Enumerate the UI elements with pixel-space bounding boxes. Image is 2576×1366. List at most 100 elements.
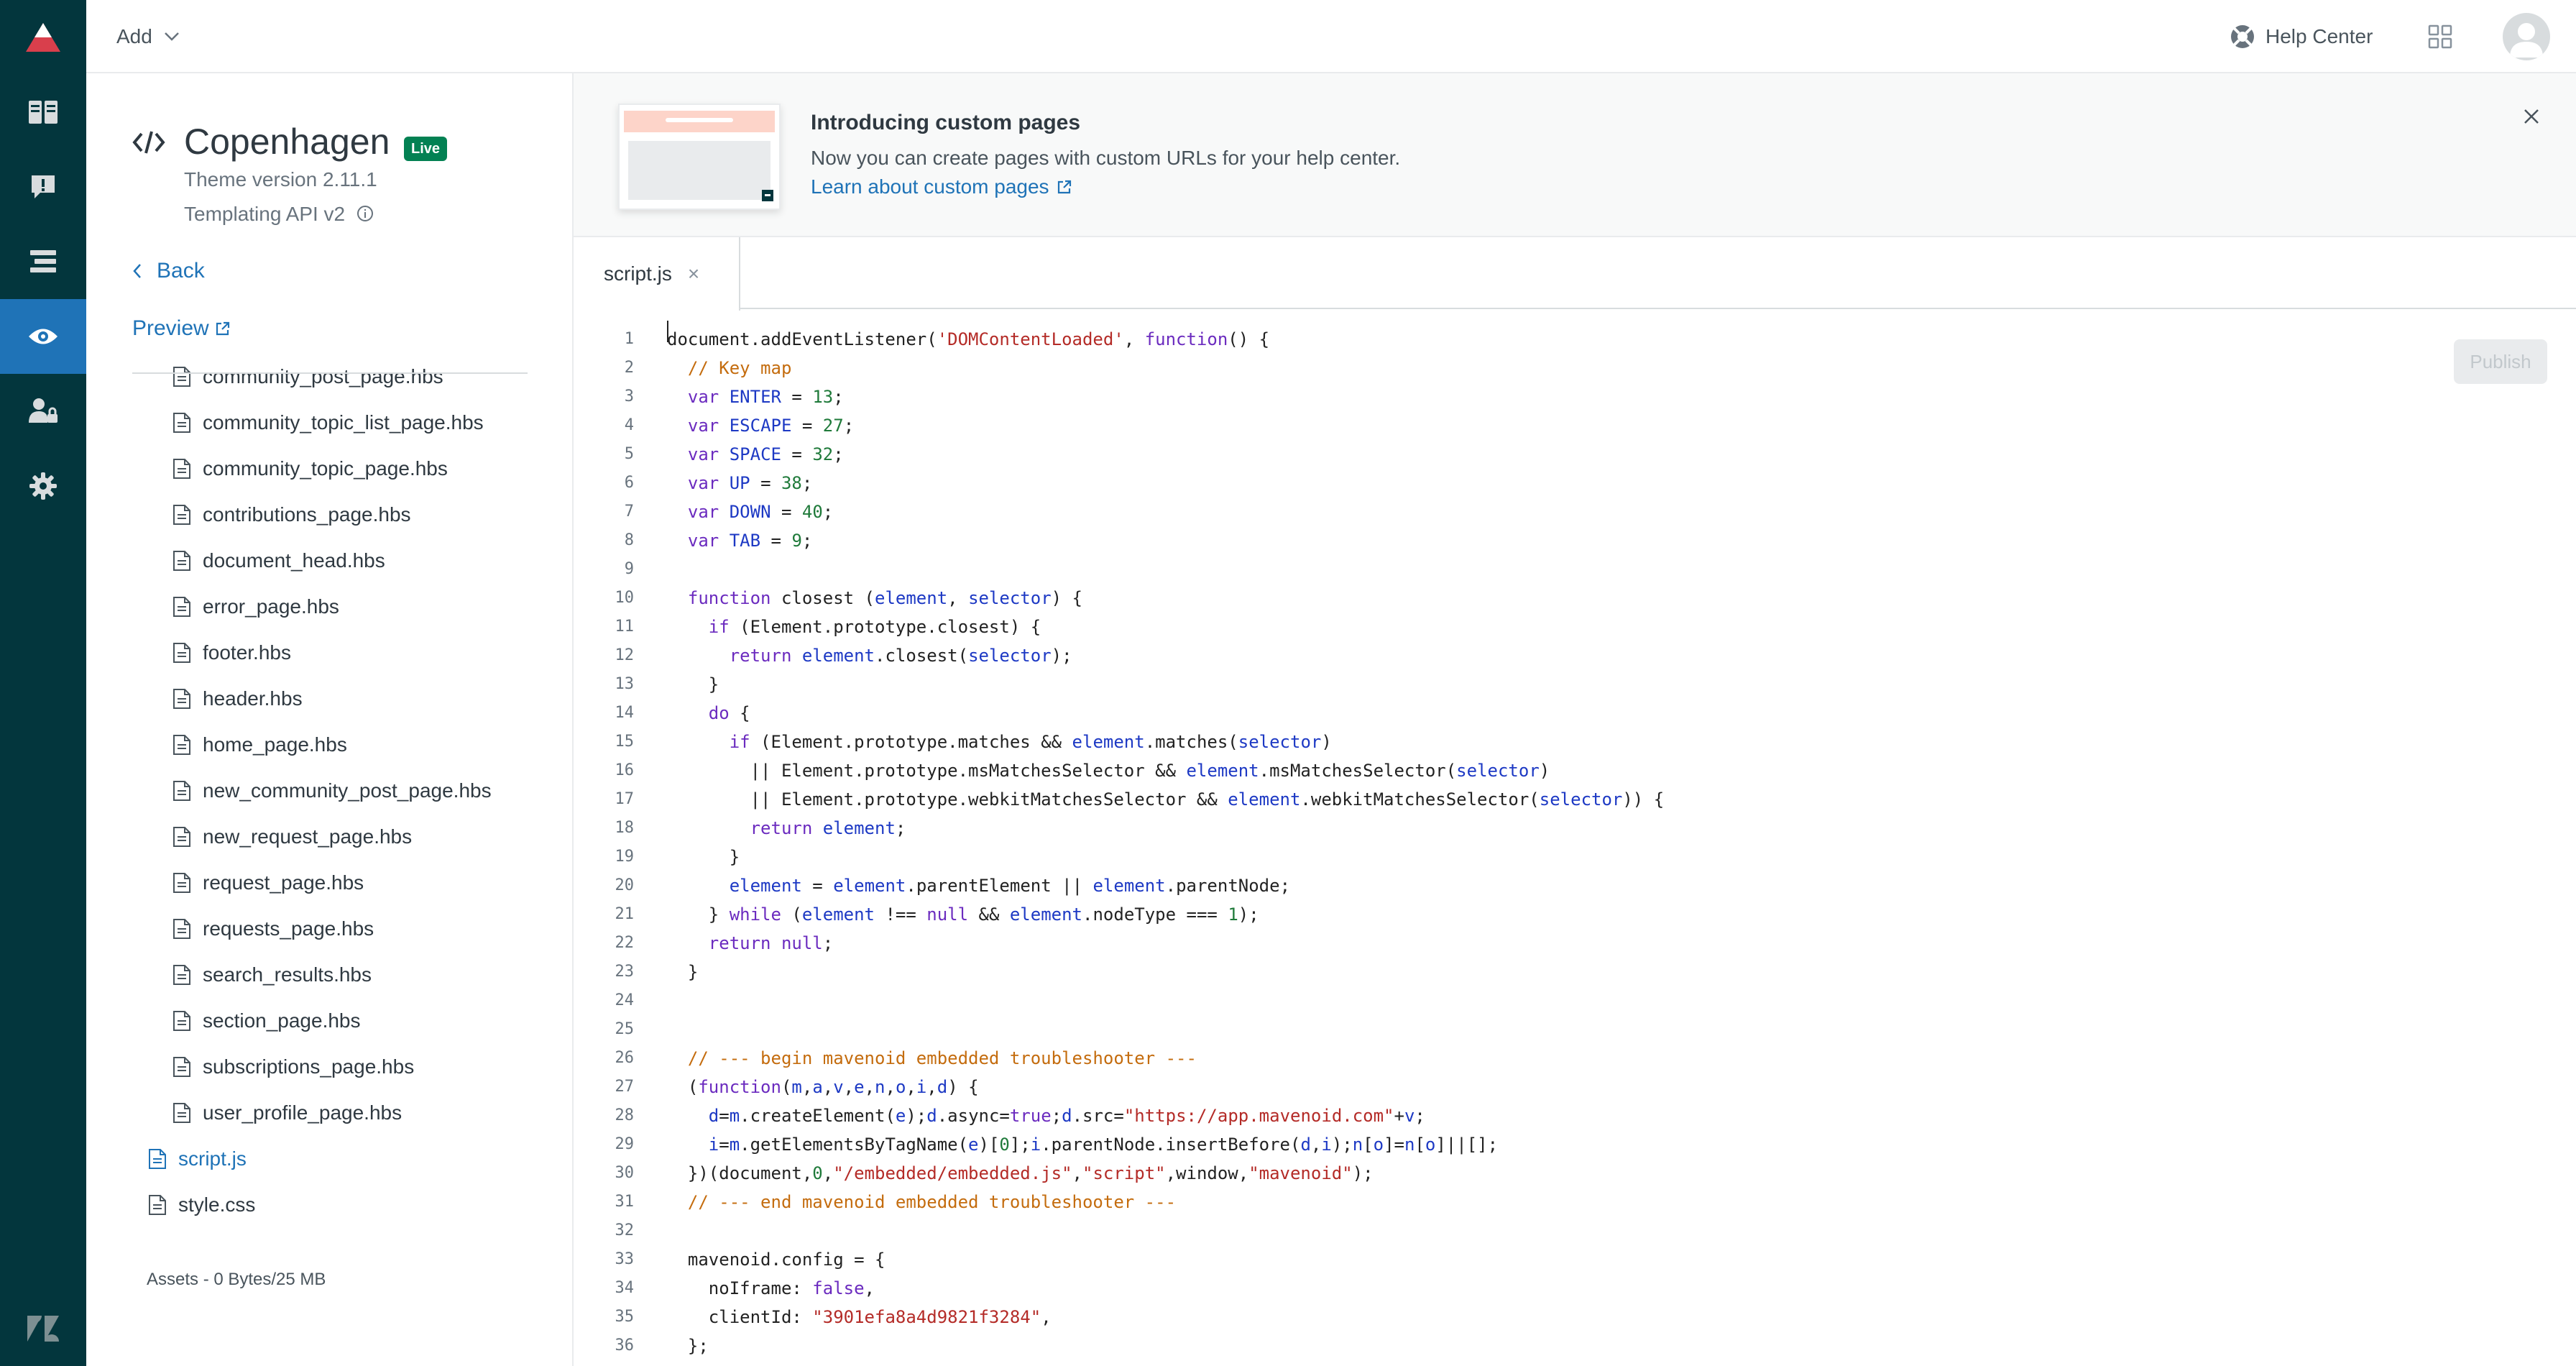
file-item[interactable]: user_profile_page.hbs [172, 1099, 402, 1127]
info-icon[interactable] [356, 205, 374, 222]
file-item[interactable]: community_post_page.hbs [172, 362, 443, 391]
code-line: 7 var DOWN = 40; [574, 498, 2442, 526]
tab-script-js[interactable]: script.js × [574, 237, 740, 311]
theme-name: Copenhagen [184, 122, 390, 162]
file-item[interactable]: header.hbs [172, 684, 303, 713]
file-icon [173, 965, 190, 985]
customize-design-nav[interactable] [0, 299, 86, 374]
code-line: 9 [574, 555, 2442, 584]
theme-version: Theme version 2.11.1 [184, 168, 377, 191]
line-number: 33 [615, 1250, 635, 1268]
line-number: 12 [615, 646, 635, 664]
code-line: 30 })(document,0,"/embedded/embedded.js"… [574, 1159, 2442, 1188]
code-line: 14 do { [574, 699, 2442, 728]
file-item-label: community_topic_page.hbs [203, 457, 448, 480]
file-item-active[interactable]: script.js [148, 1145, 247, 1173]
file-item[interactable]: section_page.hbs [172, 1007, 361, 1035]
file-item[interactable]: new_request_page.hbs [172, 822, 412, 851]
code-text: element = element.parentElement || eleme… [729, 876, 1291, 896]
file-item[interactable]: document_head.hbs [172, 546, 385, 575]
code-line: 29 i=m.getElementsByTagName(e)[0];i.pare… [574, 1130, 2442, 1159]
tab-close-icon[interactable]: × [688, 262, 699, 285]
file-item[interactable]: community_topic_page.hbs [172, 454, 448, 483]
file-item[interactable]: search_results.hbs [172, 961, 372, 989]
line-number: 13 [615, 675, 635, 693]
line-number: 4 [624, 416, 634, 434]
code-text: var ENTER = 13; [687, 387, 844, 407]
code-line: 32 [574, 1216, 2442, 1245]
file-icon [173, 597, 190, 617]
settings-gear-icon [29, 472, 57, 500]
line-number: 22 [615, 934, 635, 952]
file-item[interactable]: requests_page.hbs [172, 915, 374, 943]
user-avatar[interactable] [2503, 13, 2550, 60]
code-text: i=m.getElementsByTagName(e)[0];i.parentN… [708, 1134, 1499, 1155]
knowledge-base-icon [29, 101, 58, 124]
code-editor[interactable]: 1 document.addEventListener('DOMContentLo… [574, 311, 2442, 1366]
file-item-label: subscriptions_page.hbs [203, 1055, 415, 1078]
file-icon [173, 735, 190, 755]
line-number: 31 [615, 1193, 635, 1211]
file-icon [173, 1011, 190, 1031]
add-menu-button[interactable]: Add [116, 20, 180, 53]
file-icon [173, 827, 190, 847]
file-item[interactable]: footer.hbs [172, 638, 291, 667]
knowledge-base-nav[interactable] [0, 75, 86, 150]
file-item[interactable]: community_topic_list_page.hbs [172, 408, 484, 437]
back-link[interactable]: Back [132, 259, 205, 283]
code-line: 17 || Element.prototype.webkitMatchesSel… [574, 785, 2442, 814]
banner-learn-more-link[interactable]: Learn about custom pages [811, 175, 1072, 198]
file-item[interactable]: subscriptions_page.hbs [172, 1053, 414, 1081]
file-item-label: header.hbs [203, 687, 303, 710]
chevron-left-icon [133, 264, 141, 278]
code-icon [132, 131, 165, 154]
line-number: 5 [624, 445, 634, 463]
apps-grid-icon[interactable] [2428, 24, 2452, 49]
custom-pages-banner: Introducing custom pages Now you can cre… [574, 73, 2576, 237]
code-line: 3 var ENTER = 13; [574, 382, 2442, 411]
file-item[interactable]: error_page.hbs [172, 592, 339, 621]
code-text: // --- end mavenoid embedded troubleshoo… [687, 1192, 1177, 1212]
code-line: 24 [574, 986, 2442, 1015]
chevron-down-icon [164, 32, 179, 41]
preview-link[interactable]: Preview [132, 316, 231, 341]
code-line: 10 function closest (element, selector) … [574, 584, 2442, 613]
code-text: } [667, 847, 740, 867]
line-number: 7 [624, 503, 634, 521]
line-number: 10 [615, 589, 635, 607]
help-center-link[interactable]: Help Center [2230, 20, 2373, 53]
code-text: } while (element !== null && element.nod… [667, 904, 1259, 925]
code-text: return element; [750, 818, 906, 838]
line-number: 19 [615, 848, 635, 866]
file-icon [173, 459, 190, 479]
moderation-nav[interactable] [0, 150, 86, 224]
code-text: // --- begin mavenoid embedded troublesh… [687, 1048, 1197, 1068]
code-line: 12 return element.closest(selector); [574, 641, 2442, 670]
code-line: 25 [574, 1015, 2442, 1044]
line-number: 29 [615, 1135, 635, 1153]
file-icon [173, 919, 190, 939]
user-permissions-icon [29, 398, 58, 423]
line-number: 18 [615, 819, 635, 837]
guide-logo-button[interactable] [0, 0, 86, 75]
file-item[interactable]: request_page.hbs [172, 868, 364, 897]
file-item[interactable]: style.css [148, 1191, 255, 1219]
user-permissions-nav[interactable] [0, 374, 86, 449]
line-number: 1 [624, 330, 634, 348]
file-item[interactable]: contributions_page.hbs [172, 500, 411, 529]
code-text: || Element.prototype.webkitMatchesSelect… [667, 789, 1665, 810]
file-item-label: document_head.hbs [203, 549, 385, 572]
file-item[interactable]: home_page.hbs [172, 730, 347, 759]
zendesk-products-button[interactable] [0, 1291, 86, 1366]
close-icon[interactable] [2523, 108, 2540, 125]
custom-pages-illustration [618, 104, 781, 210]
line-number: 36 [615, 1337, 635, 1354]
settings-nav[interactable] [0, 449, 86, 523]
code-line: 37 mavenoid.push({ event: "troubleshoote… [574, 1360, 2442, 1366]
line-number: 28 [615, 1106, 635, 1124]
arrange-content-nav[interactable] [0, 224, 86, 299]
code-line: 20 element = element.parentElement || el… [574, 871, 2442, 900]
file-item[interactable]: new_community_post_page.hbs [172, 776, 492, 805]
code-text: mavenoid.config = { [667, 1250, 886, 1270]
publish-button[interactable]: Publish [2454, 339, 2547, 384]
